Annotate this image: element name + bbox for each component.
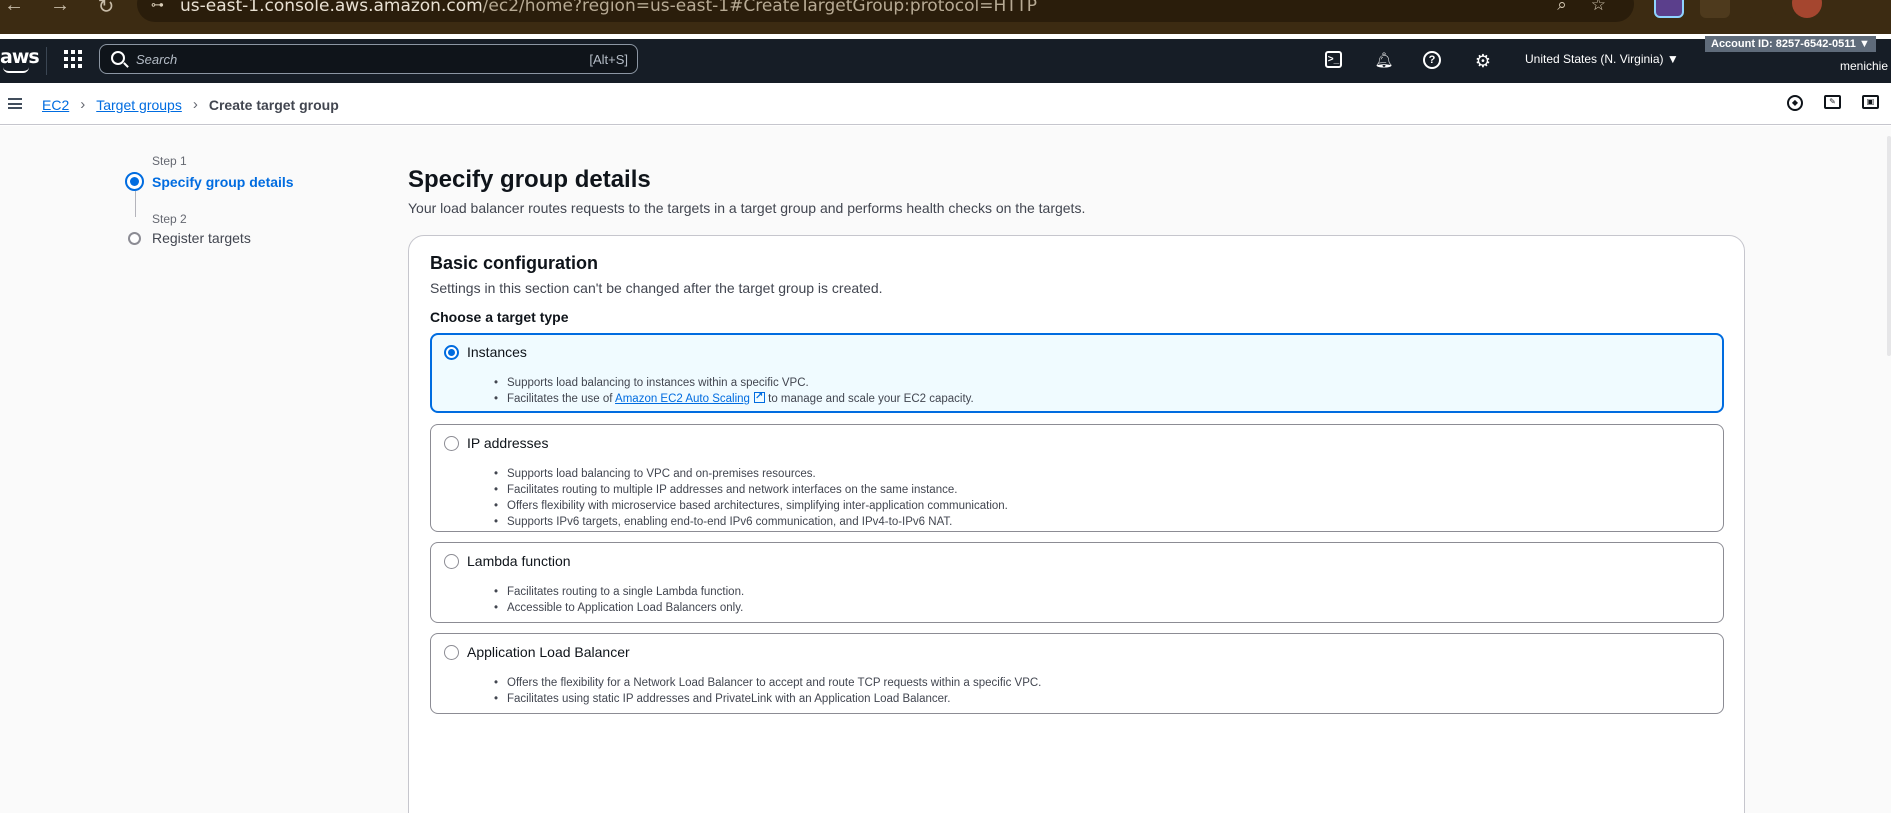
tile-title: IP addresses xyxy=(467,435,549,451)
search-shortcut-hint: [Alt+S] xyxy=(589,52,628,67)
step-number: Step 1 xyxy=(152,154,187,168)
breadcrumb-bar: EC2 › Target groups › Create target grou… xyxy=(0,83,1891,125)
aws-logo-text: aws xyxy=(0,46,40,68)
tile-title: Application Load Balancer xyxy=(467,644,630,660)
browser-toolbar: ← → ↻ ⊶ us-east-1.console.aws.amazon.com… xyxy=(0,0,1891,34)
page-description: Your load balancer routes requests to th… xyxy=(408,200,1086,216)
extensions-puzzle-icon[interactable] xyxy=(1700,0,1730,18)
tile-title: Instances xyxy=(467,344,527,360)
target-type-ip-addresses[interactable]: IP addresses Supports load balancing to … xyxy=(430,424,1724,532)
main-content: Step 1 Specify group details Step 2 Regi… xyxy=(0,126,1891,813)
feedback-icon[interactable]: ✎ xyxy=(1824,95,1841,109)
wizard-steps: Step 1 Specify group details Step 2 Regi… xyxy=(125,154,375,246)
media-icon[interactable] xyxy=(1746,0,1776,18)
list-item: Supports load balancing to VPC and on-pr… xyxy=(494,466,1008,482)
bullet-text: to manage and scale your EC2 capacity. xyxy=(764,393,974,405)
bookmark-star-icon[interactable]: ☆ xyxy=(1591,0,1606,15)
nav-divider xyxy=(46,47,47,75)
list-item: Facilitates routing to a single Lambda f… xyxy=(494,584,744,600)
wizard-step-2: Register targets xyxy=(125,230,375,246)
profile-avatar-icon[interactable] xyxy=(1792,0,1822,18)
hamburger-menu-icon[interactable] xyxy=(8,98,22,109)
breadcrumb-current: Create target group xyxy=(208,96,339,113)
target-type-lambda-function[interactable]: Lambda function Facilitates routing to a… xyxy=(430,542,1724,623)
extension-icons xyxy=(1654,0,1822,18)
url-text[interactable]: us-east-1.console.aws.amazon.com/ec2/hom… xyxy=(180,0,1037,16)
list-item: Facilitates routing to multiple IP addre… xyxy=(494,482,1008,498)
step-label: Specify group details xyxy=(152,173,294,190)
url-path: /ec2/home?region=us-east-1#CreateTargetG… xyxy=(482,0,1037,16)
chevron-right-icon: › xyxy=(80,96,86,113)
site-info-icon[interactable]: ⊶ xyxy=(151,0,164,13)
browser-nav-buttons: ← → ↻ xyxy=(4,0,116,19)
account-menu[interactable]: Account ID: 8257-6542-0511 ▼ xyxy=(1705,36,1876,52)
panel-title: Basic configuration xyxy=(430,253,599,273)
notifications-bell-icon[interactable]: 🔔︎ xyxy=(1374,51,1394,71)
extension-icon[interactable] xyxy=(1654,0,1684,18)
step-inactive-icon xyxy=(128,231,141,245)
list-item: Accessible to Application Load Balancers… xyxy=(494,600,744,616)
search-input[interactable] xyxy=(136,49,536,69)
username-label[interactable]: menichie xyxy=(1840,59,1888,73)
cloudshell-icon[interactable]: >_ xyxy=(1325,51,1342,68)
breadcrumb-link-target-groups[interactable]: Target groups xyxy=(96,97,182,113)
search-bar[interactable]: [Alt+S] xyxy=(99,44,638,74)
list-item: Facilitates using static IP addresses an… xyxy=(494,691,1041,707)
search-icon xyxy=(111,51,125,65)
list-item: Facilitates the use of Amazon EC2 Auto S… xyxy=(494,389,974,407)
forward-icon[interactable]: → xyxy=(50,0,70,19)
list-item: Offers the flexibility for a Network Loa… xyxy=(494,675,1041,691)
tile-bullets: Facilitates routing to a single Lambda f… xyxy=(494,584,744,616)
url-host: us-east-1.console.aws.amazon.com xyxy=(180,0,483,16)
step-number: Step 2 xyxy=(152,212,187,226)
address-bar-actions: ⌕ ☆ xyxy=(1557,0,1606,15)
radio-selected-icon[interactable] xyxy=(444,345,459,360)
tile-bullets: Supports load balancing to instances wit… xyxy=(494,375,974,407)
tile-bullets: Offers the flexibility for a Network Loa… xyxy=(494,675,1041,707)
panel-description: Settings in this section can't be change… xyxy=(430,280,883,296)
page-title: Specify group details xyxy=(408,166,651,193)
target-type-label: Choose a target type xyxy=(430,309,569,325)
radio-unselected-icon[interactable] xyxy=(444,436,459,451)
bullet-text: Facilitates the use of xyxy=(507,393,616,405)
scrollbar-thumb[interactable] xyxy=(1887,136,1891,356)
target-type-application-load-balancer[interactable]: Application Load Balancer Offers the fle… xyxy=(430,633,1724,714)
list-item: Supports load balancing to instances wit… xyxy=(494,375,974,391)
chevron-right-icon: › xyxy=(192,96,198,113)
breadcrumb: EC2 › Target groups › Create target grou… xyxy=(42,96,339,113)
region-selector[interactable]: United States (N. Virginia) ▼ xyxy=(1525,52,1679,66)
basic-configuration-panel: Basic configuration Settings in this sec… xyxy=(408,235,1745,813)
radio-unselected-icon[interactable] xyxy=(444,645,459,660)
services-grid-icon[interactable] xyxy=(64,50,82,68)
reload-icon[interactable]: ↻ xyxy=(96,0,116,19)
zoom-search-icon[interactable]: ⌕ xyxy=(1557,0,1567,15)
address-bar[interactable]: ⊶ us-east-1.console.aws.amazon.com/ec2/h… xyxy=(137,0,1634,22)
aws-top-nav: aws [Alt+S] >_ 🔔︎ ? ⚙ United States (N. … xyxy=(0,36,1891,83)
list-item: Offers flexibility with microservice bas… xyxy=(494,498,1008,514)
radio-unselected-icon[interactable] xyxy=(444,554,459,569)
ec2-auto-scaling-link[interactable]: Amazon EC2 Auto Scaling xyxy=(615,393,750,405)
step-active-icon xyxy=(125,172,144,191)
target-type-instances[interactable]: Instances Supports load balancing to ins… xyxy=(430,333,1724,413)
list-item: Supports IPv6 targets, enabling end-to-e… xyxy=(494,514,1008,530)
page-scrollbar[interactable] xyxy=(1885,126,1891,813)
wizard-step-1[interactable]: Specify group details xyxy=(125,172,375,191)
aws-logo[interactable]: aws xyxy=(0,46,40,73)
tile-title: Lambda function xyxy=(467,553,571,569)
info-panel-icon[interactable]: ◆ xyxy=(1787,95,1803,111)
external-link-icon xyxy=(753,389,765,405)
display-preferences-icon[interactable]: ▣ xyxy=(1862,95,1879,109)
step-label: Register targets xyxy=(152,230,251,246)
aws-smile-icon xyxy=(3,67,29,73)
help-icon[interactable]: ? xyxy=(1423,51,1441,69)
breadcrumb-link-ec2[interactable]: EC2 xyxy=(42,97,69,113)
settings-gear-icon[interactable]: ⚙ xyxy=(1473,51,1493,71)
back-icon[interactable]: ← xyxy=(4,0,24,19)
tile-bullets: Supports load balancing to VPC and on-pr… xyxy=(494,466,1008,530)
